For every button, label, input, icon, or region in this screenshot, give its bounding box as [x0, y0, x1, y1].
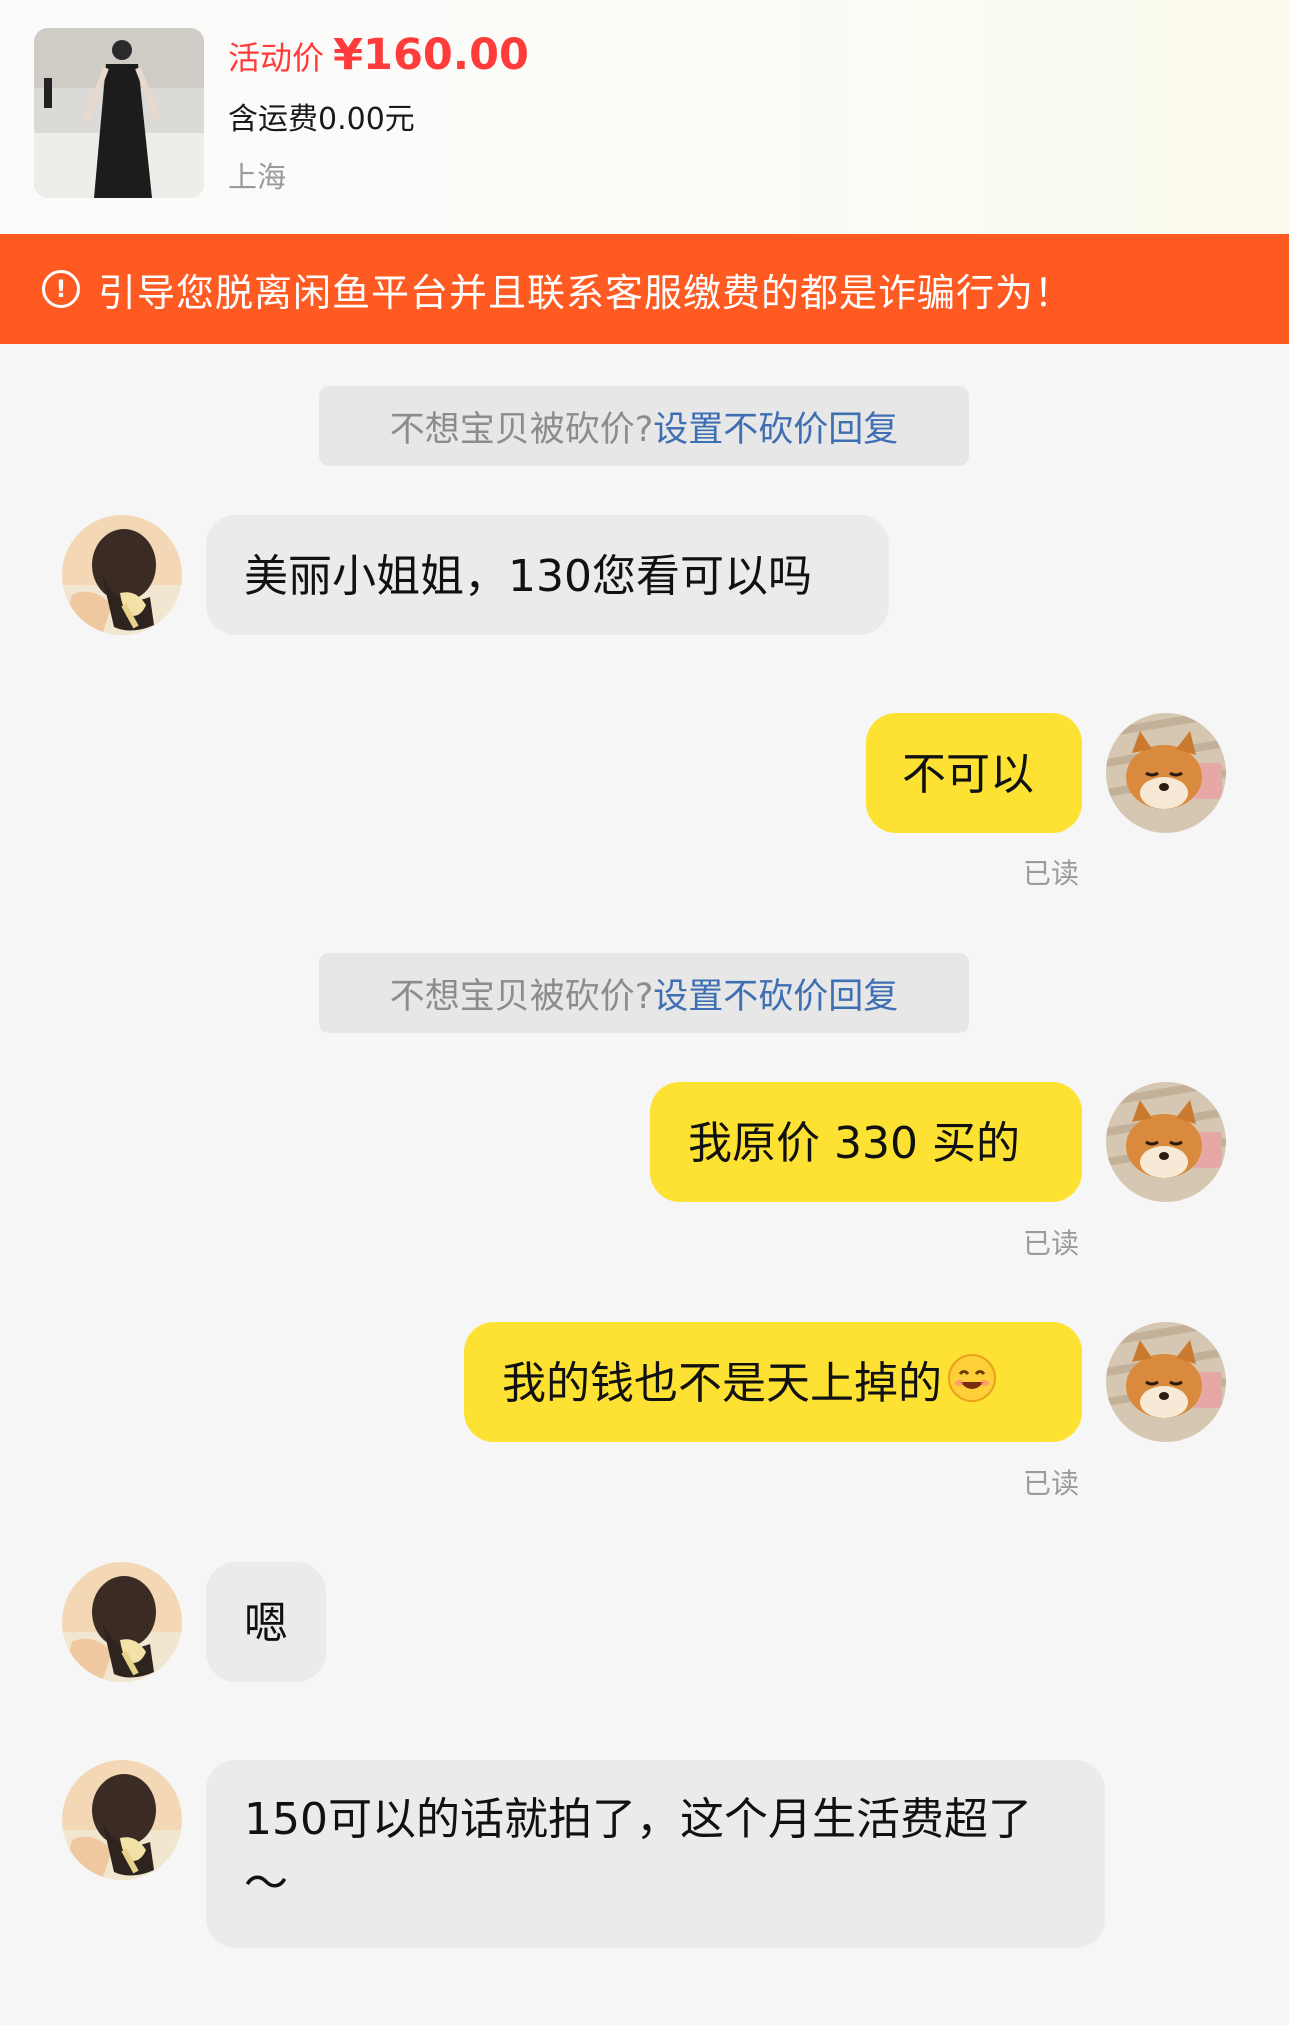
read-status: 已读	[1023, 857, 1080, 890]
message-text: 150可以的话就拍了，这个月生活费超了～	[244, 1794, 1032, 1909]
seller-location: 上海	[228, 160, 287, 194]
warning-text: 引导您脱离闲鱼平台并且联系客服缴费的都是诈骗行为！	[98, 270, 1074, 315]
shipping-info: 含运费0.00元	[228, 102, 415, 137]
seller-avatar[interactable]	[1106, 1322, 1226, 1442]
seller-avatar[interactable]	[1106, 713, 1226, 833]
dog-avatar-icon	[1106, 713, 1226, 833]
buyer-avatar[interactable]	[62, 1760, 182, 1880]
message-bubble[interactable]: 不可以	[866, 713, 1082, 833]
read-status: 已读	[1023, 1467, 1080, 1500]
message-bubble[interactable]: 我原价 330 买的	[650, 1082, 1082, 1202]
price-value: ¥160.00	[333, 30, 529, 80]
buyer-avatar-icon	[62, 1562, 182, 1682]
no-bargain-tip: 不想宝贝被砍价? 设置不砍价回复	[319, 386, 969, 466]
message-bubble[interactable]: 150可以的话就拍了，这个月生活费超了～	[206, 1760, 1105, 1948]
dog-avatar-icon	[1106, 1082, 1226, 1202]
message-text: 我的钱也不是天上掉的	[502, 1358, 942, 1409]
buyer-avatar-icon	[62, 515, 182, 635]
product-header[interactable]: 活动价 ¥160.00 含运费0.00元 上海	[0, 0, 1289, 234]
no-bargain-tip: 不想宝贝被砍价? 设置不砍价回复	[319, 953, 969, 1033]
message-text: 我原价 330 买的	[688, 1118, 1020, 1169]
message-text: 美丽小姐姐，130您看可以吗	[244, 551, 812, 602]
message-bubble[interactable]: 美丽小姐姐，130您看可以吗	[206, 515, 889, 635]
message-text: 嗯	[244, 1598, 288, 1649]
dog-avatar-icon	[1106, 1322, 1226, 1442]
product-thumbnail[interactable]	[34, 28, 204, 198]
smiling-face-emoji-icon	[946, 1352, 998, 1422]
set-no-bargain-reply-link[interactable]: 设置不砍价回复	[653, 968, 898, 1019]
seller-avatar[interactable]	[1106, 1082, 1226, 1202]
message-text: 不可以	[902, 749, 1034, 800]
set-no-bargain-reply-link[interactable]: 设置不砍价回复	[653, 401, 898, 452]
tip-text: 不想宝贝被砍价?	[389, 976, 654, 1017]
fraud-warning-banner: ! 引导您脱离闲鱼平台并且联系客服缴费的都是诈骗行为！	[0, 234, 1289, 344]
message-bubble[interactable]: 我的钱也不是天上掉的	[464, 1322, 1082, 1442]
message-bubble[interactable]: 嗯	[206, 1562, 326, 1682]
price-label: 活动价	[228, 39, 325, 77]
alert-circle-icon: !	[42, 270, 80, 308]
read-status: 已读	[1023, 1227, 1080, 1260]
buyer-avatar[interactable]	[62, 515, 182, 635]
price-row: 活动价 ¥160.00	[228, 30, 529, 80]
dress-photo-icon	[34, 28, 204, 198]
tip-text: 不想宝贝被砍价?	[389, 409, 654, 450]
buyer-avatar[interactable]	[62, 1562, 182, 1682]
buyer-avatar-icon	[62, 1760, 182, 1880]
